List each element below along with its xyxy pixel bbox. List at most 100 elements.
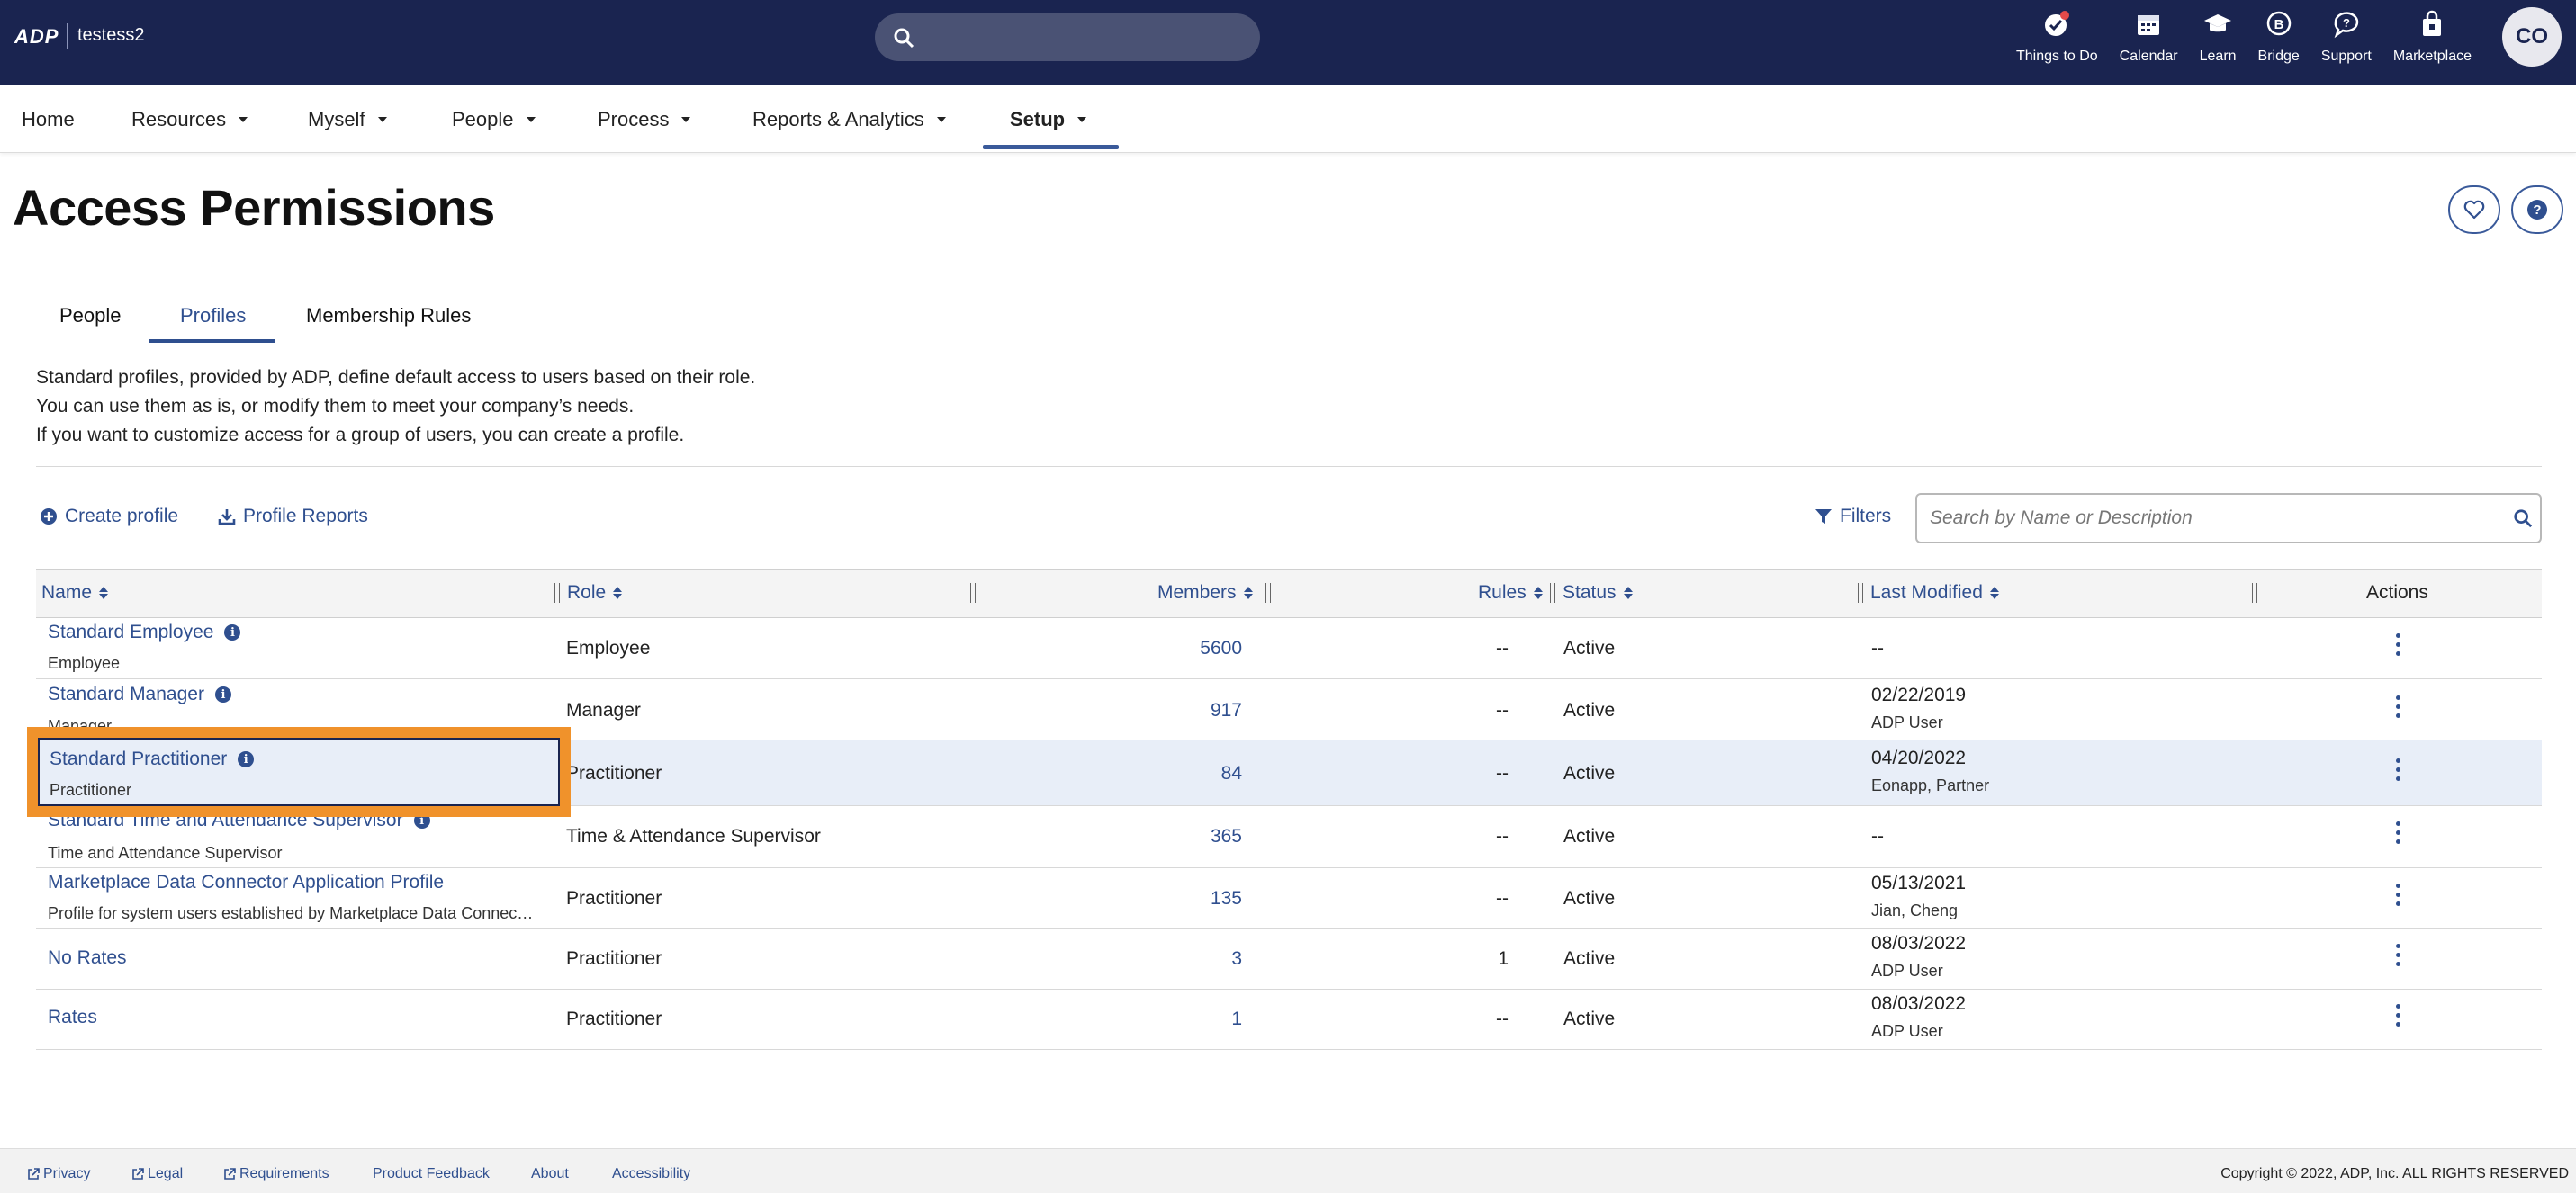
nav-reports-analytics[interactable]: Reports & Analytics	[752, 85, 946, 153]
filters-button[interactable]: Filters	[1815, 506, 1891, 527]
members-link[interactable]: 917	[1082, 700, 1242, 722]
table-row: Rates Practitioner 1 -- Active 08/03/202…	[36, 990, 2542, 1050]
copyright-text: Copyright © 2022, ADP, Inc. ALL RIGHTS R…	[2220, 1166, 2569, 1181]
chevron-down-icon	[526, 116, 536, 122]
profile-name-link[interactable]: Standard Manager i	[48, 684, 231, 705]
last-modified-by: ADP User	[1871, 962, 1943, 980]
profile-subtitle: Employee	[48, 654, 121, 672]
profile-reports-button[interactable]: Profile Reports	[218, 506, 368, 527]
members-link[interactable]: 135	[1082, 888, 1242, 910]
header-rules[interactable]: Rules	[1478, 582, 1543, 604]
profile-name: Standard Manager	[48, 684, 204, 704]
header-status[interactable]: Status	[1563, 582, 1633, 604]
footer-requirements-link[interactable]: Requirements	[223, 1166, 329, 1182]
more-actions-icon[interactable]	[2396, 695, 2401, 722]
more-actions-icon[interactable]	[2396, 633, 2401, 660]
column-resize-handle[interactable]	[970, 583, 976, 603]
header-role-label: Role	[567, 582, 607, 603]
profile-name-link[interactable]: No Rates	[48, 947, 127, 969]
more-actions-icon[interactable]	[2396, 821, 2401, 848]
calendar-button[interactable]: Calendar	[2109, 7, 2189, 79]
role-cell: Practitioner	[566, 948, 662, 969]
search-icon[interactable]	[2513, 508, 2533, 528]
tab-people[interactable]: People	[59, 304, 122, 327]
nav-people[interactable]: People	[452, 85, 536, 153]
status-cell: Active	[1563, 826, 1616, 847]
nav-home[interactable]: Home	[22, 85, 75, 153]
info-icon[interactable]: i	[224, 624, 241, 641]
more-actions-icon[interactable]	[2396, 884, 2401, 910]
tab-membership-rules[interactable]: Membership Rules	[306, 304, 471, 327]
marketplace-button[interactable]: Marketplace	[2382, 7, 2482, 79]
members-link[interactable]: 365	[1082, 826, 1242, 848]
footer-legal-link[interactable]: Legal	[131, 1166, 183, 1182]
favorite-button[interactable]	[2448, 185, 2500, 234]
column-resize-handle[interactable]	[1265, 583, 1271, 603]
nav-resources[interactable]: Resources	[131, 85, 248, 153]
create-profile-button[interactable]: Create profile	[40, 506, 178, 527]
last-modified-by: ADP User	[1871, 1022, 1943, 1040]
profile-name-link[interactable]: Rates	[48, 1007, 97, 1028]
footer-privacy-link[interactable]: Privacy	[27, 1166, 90, 1182]
last-modified-date: 04/20/2022	[1871, 748, 1967, 768]
members-link[interactable]: 5600	[1082, 638, 1242, 659]
profile-name-link[interactable]: Marketplace Data Connector Application P…	[48, 872, 444, 893]
header-name[interactable]: Name	[41, 582, 109, 604]
header-status-label: Status	[1563, 582, 1617, 603]
nav-myself[interactable]: Myself	[308, 85, 387, 153]
graduation-cap-icon	[2204, 14, 2232, 32]
column-resize-handle[interactable]	[2252, 583, 2257, 603]
profile-subtitle: Practitioner	[50, 781, 132, 799]
profile-name-link[interactable]: Standard Employee i	[48, 622, 241, 643]
role-cell: Employee	[566, 638, 651, 659]
search-icon	[894, 28, 914, 49]
info-icon[interactable]: i	[238, 751, 255, 768]
footer-accessibility-link[interactable]: Accessibility	[612, 1166, 690, 1182]
help-button[interactable]: ?	[2511, 185, 2563, 234]
sort-icon	[613, 587, 623, 599]
external-link-icon	[28, 1168, 40, 1180]
column-resize-handle[interactable]	[554, 583, 560, 603]
more-actions-icon[interactable]	[2396, 1004, 2401, 1031]
info-icon[interactable]: i	[413, 812, 430, 830]
description-line: You can use them as is, or modify them t…	[36, 396, 635, 417]
nav-setup[interactable]: Setup	[1010, 85, 1087, 153]
profile-name: Standard Practitioner	[50, 749, 228, 769]
column-resize-handle[interactable]	[1550, 583, 1555, 603]
profile-name-link[interactable]: Standard Practitioner i	[50, 749, 255, 770]
tab-profiles[interactable]: Profiles	[180, 304, 246, 327]
profile-subtitle: Profile for system users established by …	[48, 904, 534, 922]
chevron-down-icon	[936, 116, 946, 122]
members-link[interactable]: 3	[1082, 948, 1242, 970]
adp-logo[interactable]: ADP	[14, 25, 59, 49]
things-to-do-button[interactable]: Things to Do	[2005, 7, 2109, 79]
support-button[interactable]: ? Support	[2310, 7, 2382, 79]
nav-process[interactable]: Process	[598, 85, 691, 153]
rules-cell: 1	[1498, 948, 1509, 969]
footer-about-link[interactable]: About	[531, 1166, 569, 1182]
members-link[interactable]: 1	[1082, 1009, 1242, 1030]
column-resize-handle[interactable]	[1858, 583, 1863, 603]
footer-product-feedback-link[interactable]: Product Feedback	[373, 1166, 490, 1182]
rules-cell: --	[1496, 638, 1509, 659]
header-last-modified[interactable]: Last Modified	[1870, 582, 1999, 604]
more-actions-icon[interactable]	[2396, 758, 2401, 785]
more-actions-icon[interactable]	[2396, 944, 2401, 971]
svg-text:B: B	[2274, 17, 2283, 32]
members-link[interactable]: 84	[1082, 763, 1242, 785]
global-search[interactable]	[875, 13, 1260, 61]
profile-name-link[interactable]: Standard Time and Attendance Supervisor i	[48, 810, 430, 831]
profile-subtitle: Manager	[48, 717, 113, 735]
learn-button[interactable]: Learn	[2189, 7, 2247, 79]
profile-search-input[interactable]	[1930, 507, 2488, 529]
sort-icon	[1533, 587, 1543, 599]
header-role[interactable]: Role	[567, 582, 623, 604]
last-modified-date: 05/13/2021	[1871, 873, 1967, 893]
status-cell: Active	[1563, 1009, 1616, 1029]
info-icon[interactable]: i	[214, 686, 231, 704]
tab-active-indicator	[149, 339, 275, 343]
profile-search[interactable]	[1915, 493, 2542, 543]
bridge-button[interactable]: B Bridge	[2247, 7, 2310, 79]
header-members[interactable]: Members	[1157, 582, 1253, 604]
user-avatar[interactable]: CO	[2502, 7, 2562, 67]
